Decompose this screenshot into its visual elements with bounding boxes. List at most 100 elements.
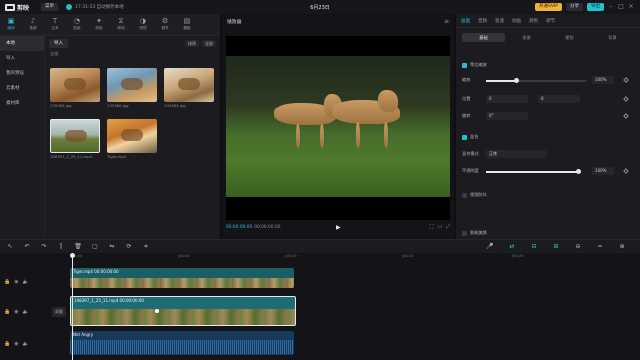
mirror-icon[interactable]: ⇋ xyxy=(107,242,117,252)
mute-icon[interactable]: 🔈 xyxy=(23,279,29,285)
sidebar-item-cloud[interactable]: 云素材 xyxy=(0,81,44,96)
rotate-icon[interactable]: ⟳ xyxy=(124,242,134,252)
pro-button[interactable]: 开通SVIP xyxy=(535,3,562,11)
position-y-input[interactable]: 0 xyxy=(538,95,580,103)
smart-checkbox[interactable] xyxy=(462,230,467,236)
ratio-icon[interactable]: ▭ xyxy=(437,224,442,230)
sidebar-item-local[interactable]: 本地 xyxy=(0,36,44,51)
split-icon[interactable]: ⫿ xyxy=(56,242,66,252)
filter-all-button[interactable]: 全部 xyxy=(202,39,216,47)
zoom-slider-icon[interactable]: ━ xyxy=(595,242,605,252)
tab-text[interactable]: T 文本 xyxy=(44,16,66,34)
time-ruler[interactable]: 00:00 |00:05 |00:10 |00:15 |00:20 xyxy=(70,253,640,261)
tab-effects[interactable]: ✦ 特效 xyxy=(88,16,110,34)
tab-adjust[interactable]: ⚙ 调节 xyxy=(154,16,176,34)
visible-icon[interactable]: ◉ xyxy=(14,341,18,347)
subtab-mask[interactable]: 蒙版 xyxy=(548,33,591,42)
opacity-slider-knob[interactable] xyxy=(575,169,581,174)
playhead-handle[interactable] xyxy=(70,253,75,258)
export-button[interactable]: 导出 xyxy=(587,3,604,11)
tab-animation[interactable]: 动画 xyxy=(512,18,521,24)
media-thumbnail[interactable] xyxy=(107,119,157,153)
media-thumbnail[interactable] xyxy=(107,68,157,102)
expand-icon[interactable]: ⤢ xyxy=(446,224,450,230)
tab-audio-props[interactable]: 音频 xyxy=(478,18,487,24)
opacity-slider[interactable] xyxy=(486,169,581,174)
close-icon[interactable]: × xyxy=(628,4,634,10)
subtab-basic[interactable]: 基础 xyxy=(462,32,505,42)
opacity-value[interactable]: 100% xyxy=(592,167,614,175)
undo-icon[interactable]: ↶ xyxy=(22,242,32,252)
timeline-clip[interactable]: Tiger.mp4 00:00:00:00 xyxy=(70,268,294,288)
crop-icon[interactable]: ⌗ xyxy=(141,242,151,252)
delete-icon[interactable]: 🗑 xyxy=(73,242,83,252)
play-icon[interactable]: ▶ xyxy=(336,224,341,231)
visible-icon[interactable]: ◉ xyxy=(14,309,18,315)
smart-label: 智能美颜 xyxy=(470,230,487,235)
scale-value[interactable]: 100% xyxy=(592,76,614,84)
lock-icon[interactable]: 🔒 xyxy=(4,341,10,347)
freeze-icon[interactable]: ▢ xyxy=(90,242,100,252)
playhead[interactable] xyxy=(72,253,73,360)
audio-clip[interactable]: Not Angry xyxy=(70,331,294,355)
tab-templates[interactable]: ▤ 模板 xyxy=(176,16,198,34)
tab-stickers[interactable]: ◔ 贴纸 xyxy=(66,16,88,34)
fullscreen-icon[interactable]: ⛶ xyxy=(430,224,434,230)
timeline-clip-selected[interactable]: 198397_1_25_11.mp4 00:00:00:00 xyxy=(70,296,296,326)
menu-icon[interactable]: ≡ xyxy=(444,18,449,25)
mic-icon[interactable]: 🎤 xyxy=(485,242,495,252)
blend-checkbox[interactable] xyxy=(462,134,467,140)
tab-audio[interactable]: ♪ 音频 xyxy=(22,16,44,34)
cover-button[interactable]: 封面 xyxy=(52,307,66,317)
lock-icon[interactable]: 🔒 xyxy=(4,309,10,315)
scale-checkbox[interactable] xyxy=(462,62,467,68)
preview-axis-icon[interactable]: ⊞ xyxy=(551,242,561,252)
media-item[interactable]: 135360.jpg xyxy=(107,68,157,108)
stabilize-checkbox[interactable] xyxy=(462,192,467,198)
tab-picture[interactable]: 画面 xyxy=(461,18,470,24)
media-item[interactable]: 135362.jpg xyxy=(50,68,100,108)
snap-icon[interactable]: ⊟ xyxy=(529,242,539,252)
sort-button[interactable]: 排序 xyxy=(185,39,199,47)
sidebar-item-import[interactable]: 导入 xyxy=(0,51,44,66)
mute-icon[interactable]: 🔈 xyxy=(23,309,29,315)
media-thumbnail[interactable] xyxy=(50,68,100,102)
zoom-in-icon[interactable]: ⊕ xyxy=(617,242,627,252)
mute-icon[interactable]: 🔈 xyxy=(23,341,29,347)
maximize-icon[interactable]: □ xyxy=(618,4,624,10)
visible-icon[interactable]: ◉ xyxy=(14,279,18,285)
tab-speed[interactable]: 变速 xyxy=(495,18,504,24)
lock-icon[interactable]: 🔒 xyxy=(4,279,10,285)
preview-screen[interactable] xyxy=(226,36,450,220)
redo-icon[interactable]: ↷ xyxy=(39,242,49,252)
zoom-out-icon[interactable]: ⊖ xyxy=(573,242,583,252)
share-button[interactable]: 分享 xyxy=(566,3,583,11)
scale-slider[interactable] xyxy=(486,78,586,83)
tab-media[interactable]: ▣ 媒体 xyxy=(0,16,22,34)
select-tool-icon[interactable]: ↖ xyxy=(5,242,15,252)
tab-transitions[interactable]: ⧖ 转场 xyxy=(110,16,132,34)
tab-adjust-props[interactable]: 调节 xyxy=(546,18,555,24)
keyframe-dot[interactable] xyxy=(155,309,159,313)
track-header: 🔒 ◉ 🔈 xyxy=(4,337,64,351)
position-x-input[interactable]: 0 xyxy=(486,95,528,103)
media-item[interactable]: Tiger.mp4 xyxy=(107,119,157,159)
scale-slider-knob[interactable] xyxy=(513,78,519,83)
media-item[interactable]: 198397_1_25_11.mp4 xyxy=(50,119,100,159)
link-icon[interactable]: ⇄ xyxy=(507,242,517,252)
blend-mode-select[interactable]: 正常 xyxy=(486,150,546,158)
subtab-background[interactable]: 背景 xyxy=(591,33,634,42)
tab-filters[interactable]: ◑ 滤镜 xyxy=(132,16,154,34)
media-item[interactable]: 135364.jpg xyxy=(164,68,214,108)
sidebar-item-presets[interactable]: 我的预设 xyxy=(0,66,44,81)
rotate-input[interactable]: 0° xyxy=(486,112,528,120)
subtab-cutout[interactable]: 抠像 xyxy=(505,33,548,42)
media-thumbnail[interactable] xyxy=(164,68,214,102)
media-thumbnail[interactable] xyxy=(50,119,100,153)
minimize-icon[interactable]: – xyxy=(608,4,614,10)
tab-color[interactable]: 调色 xyxy=(529,18,538,24)
effects-icon: ✦ xyxy=(96,17,102,25)
sidebar-item-library[interactable]: 素材库 xyxy=(0,96,44,111)
timeline[interactable]: 00:00 |00:05 |00:10 |00:15 |00:20 🔒 ◉ 🔈 … xyxy=(0,253,640,360)
import-button[interactable]: 导入 xyxy=(49,38,68,48)
